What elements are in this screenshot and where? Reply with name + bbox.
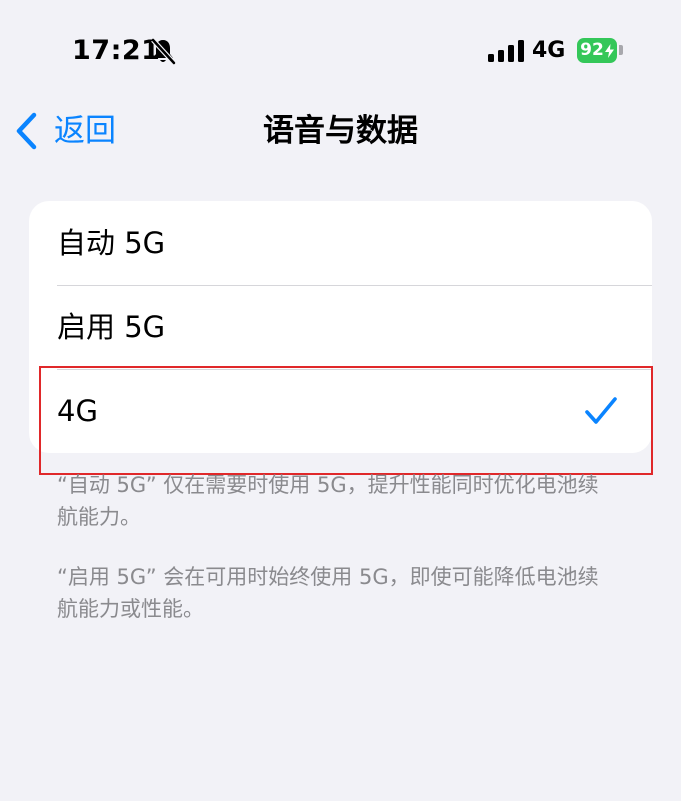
cellular-signal-icon <box>488 40 524 62</box>
battery-level: 92 <box>580 40 604 60</box>
footnote-enable-5g: “启用 5G” 会在可用时始终使用 5G，即使可能降低电池续航能力或性能。 <box>57 565 599 621</box>
option-label: 启用 5G <box>57 310 166 344</box>
network-type: 4G <box>532 38 566 63</box>
battery-indicator: 92 <box>577 38 617 63</box>
option-auto-5g[interactable]: 自动 5G <box>29 201 652 285</box>
status-bar: 17:21 4G 92 <box>0 0 681 100</box>
back-button[interactable]: 返回 <box>14 108 116 154</box>
option-4g[interactable]: 4G <box>29 369 652 453</box>
back-label: 返回 <box>54 113 116 149</box>
option-enable-5g[interactable]: 启用 5G <box>29 285 652 369</box>
footnote-auto-5g: “自动 5G” 仅在需要时使用 5G，提升性能同时优化电池续航能力。 <box>57 473 599 529</box>
charging-bolt-icon <box>604 43 614 58</box>
option-label: 4G <box>57 394 98 428</box>
chevron-left-icon <box>16 112 37 150</box>
option-label: 自动 5G <box>57 226 166 260</box>
network-options-list: 自动 5G 启用 5G 4G <box>29 201 652 453</box>
checkmark-icon <box>585 397 617 424</box>
battery-cap <box>619 45 623 55</box>
bell-slash-icon <box>151 38 176 65</box>
